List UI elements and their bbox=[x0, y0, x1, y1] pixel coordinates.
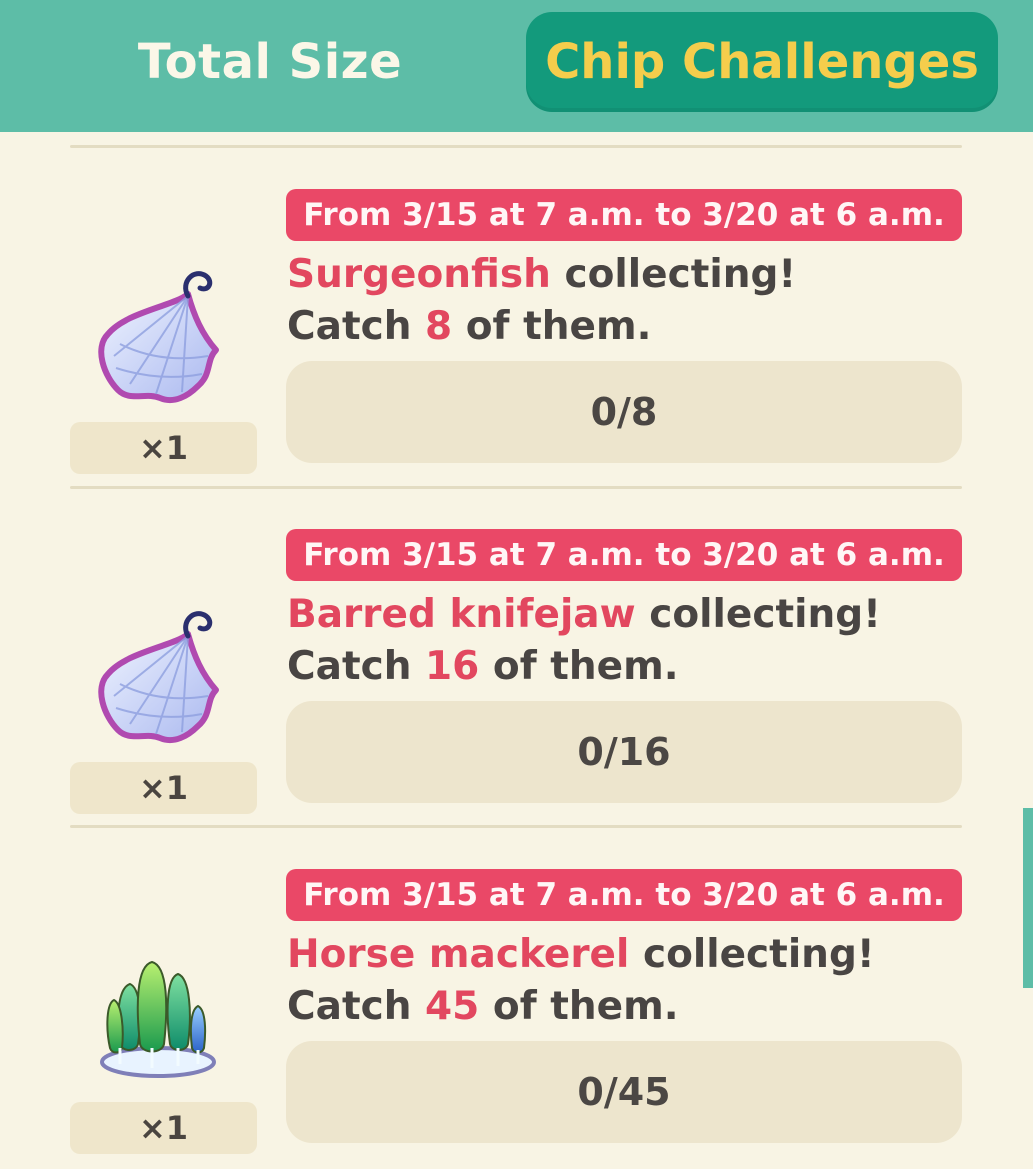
goal-count: 45 bbox=[425, 984, 480, 1029]
progress-text: 0/8 bbox=[590, 390, 658, 434]
reward-quantity: ×1 bbox=[70, 1102, 257, 1154]
goal-suffix: of them. bbox=[492, 984, 679, 1029]
goal-suffix: of them. bbox=[465, 304, 652, 349]
progress-bar: 0/16 bbox=[286, 701, 962, 803]
fish-name: Barred knifejaw bbox=[287, 592, 636, 637]
challenge-title: Barred knifejaw collecting! bbox=[287, 589, 881, 641]
fish-name: Horse mackerel bbox=[287, 932, 630, 977]
divider bbox=[70, 486, 962, 489]
goal-count: 16 bbox=[425, 644, 480, 689]
tree-cluster-icon bbox=[90, 944, 230, 1094]
challenge-title: Horse mackerel collecting! bbox=[287, 929, 875, 981]
goal-prefix: Catch bbox=[287, 644, 412, 689]
challenge-item: ×1 From 3/15 at 7 a.m. to 3/20 at 6 a.m.… bbox=[0, 529, 1033, 829]
goal-prefix: Catch bbox=[287, 984, 412, 1029]
challenge-item: ×1 From 3/15 at 7 a.m. to 3/20 at 6 a.m.… bbox=[0, 869, 1033, 1169]
progress-text: 0/45 bbox=[577, 1070, 671, 1114]
challenge-goal: Catch 16 of them. bbox=[287, 641, 679, 693]
divider bbox=[70, 145, 962, 148]
challenge-item: ×1 From 3/15 at 7 a.m. to 3/20 at 6 a.m.… bbox=[0, 189, 1033, 489]
tab-chip-challenges[interactable]: Chip Challenges bbox=[526, 12, 998, 112]
period-badge: From 3/15 at 7 a.m. to 3/20 at 6 a.m. bbox=[286, 869, 962, 921]
goal-suffix: of them. bbox=[492, 644, 679, 689]
title-suffix: collecting! bbox=[649, 592, 881, 637]
challenge-title: Surgeonfish collecting! bbox=[287, 249, 796, 301]
net-icon bbox=[90, 264, 230, 414]
challenge-goal: Catch 45 of them. bbox=[287, 981, 679, 1033]
period-badge: From 3/15 at 7 a.m. to 3/20 at 6 a.m. bbox=[286, 529, 962, 581]
title-suffix: collecting! bbox=[564, 252, 797, 297]
header-bar: Total Size Chip Challenges bbox=[0, 0, 1033, 132]
progress-bar: 0/8 bbox=[286, 361, 962, 463]
reward-quantity: ×1 bbox=[70, 422, 257, 474]
progress-bar: 0/45 bbox=[286, 1041, 962, 1143]
scrollbar[interactable] bbox=[1023, 808, 1033, 988]
fish-name: Surgeonfish bbox=[287, 252, 551, 297]
divider bbox=[70, 825, 962, 828]
tab-total-size[interactable]: Total Size bbox=[60, 12, 480, 112]
challenge-goal: Catch 8 of them. bbox=[287, 301, 651, 353]
net-icon bbox=[90, 604, 230, 754]
goal-count: 8 bbox=[425, 304, 453, 349]
title-suffix: collecting! bbox=[642, 932, 875, 977]
progress-text: 0/16 bbox=[577, 730, 671, 774]
goal-prefix: Catch bbox=[287, 304, 412, 349]
reward-quantity: ×1 bbox=[70, 762, 257, 814]
period-badge: From 3/15 at 7 a.m. to 3/20 at 6 a.m. bbox=[286, 189, 962, 241]
